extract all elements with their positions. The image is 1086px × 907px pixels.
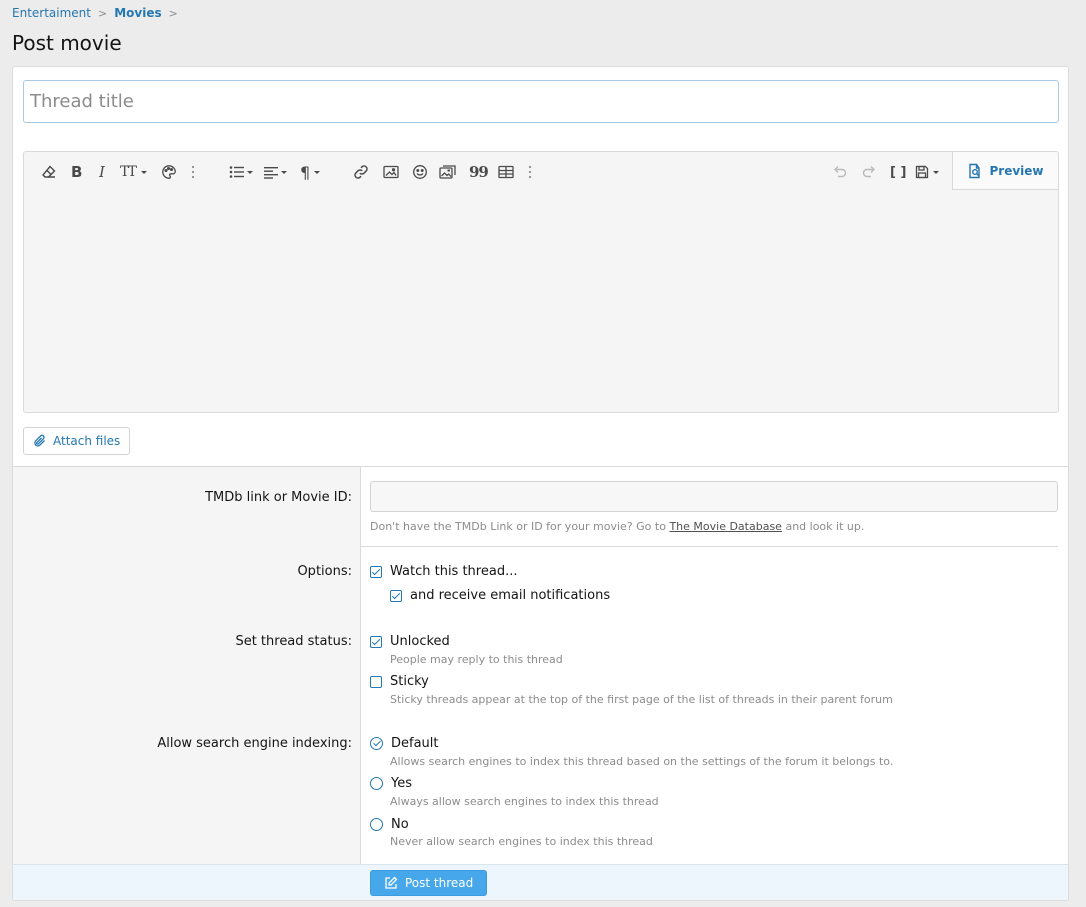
- checkbox-checked-icon: [370, 565, 382, 578]
- radio-unchecked-icon: [370, 777, 383, 790]
- bold-icon[interactable]: B: [71, 162, 82, 182]
- align-icon[interactable]: [264, 162, 287, 182]
- indexing-no-radio[interactable]: No: [370, 817, 409, 832]
- tmdb-hint-text: Don't have the TMDb Link or ID for your …: [370, 520, 666, 533]
- editor-content-area[interactable]: [24, 190, 1058, 412]
- preview-button[interactable]: Preview: [952, 152, 1058, 190]
- bbcode-glyph: [ ]: [890, 164, 907, 180]
- paragraph-glyph: ¶: [300, 162, 311, 182]
- more-vertical-icon[interactable]: [528, 162, 532, 182]
- breadcrumb-separator: >: [168, 6, 178, 20]
- link-icon[interactable]: [353, 162, 369, 182]
- font-size-icon[interactable]: TT: [120, 162, 147, 182]
- smilie-icon[interactable]: [412, 162, 428, 182]
- indexing-default-radio[interactable]: Default: [370, 736, 439, 751]
- breadcrumb: Entertaiment > Movies >: [12, 6, 178, 20]
- indexing-yes-radio[interactable]: Yes: [370, 776, 412, 791]
- indexing-yes-hint: Always allow search engines to index thi…: [390, 795, 659, 808]
- post-thread-button[interactable]: Post thread: [370, 870, 488, 896]
- radio-unchecked-icon: [370, 818, 383, 831]
- indexing-yes-label: Yes: [391, 776, 412, 791]
- attach-files-label: Attach files: [53, 434, 121, 448]
- form-divider: [361, 546, 1058, 547]
- italic-glyph: I: [99, 163, 105, 181]
- bold-glyph: B: [71, 163, 83, 181]
- rich-text-editor: B I TT ¶ 99 [] Preview: [23, 151, 1059, 413]
- tmdb-input[interactable]: [370, 481, 1058, 512]
- unlocked-label: Unlocked: [390, 634, 450, 649]
- redo-icon[interactable]: [861, 162, 877, 182]
- indexing-default-label: Default: [391, 736, 439, 751]
- quote-glyph: 99: [469, 163, 489, 181]
- sticky-label: Sticky: [390, 674, 429, 689]
- italic-icon[interactable]: I: [99, 162, 105, 182]
- search-indexing-label: Allow search engine indexing:: [157, 736, 352, 751]
- breadcrumb-item-movies[interactable]: Movies: [114, 6, 161, 20]
- indexing-default-hint: Allows search engines to index this thre…: [390, 755, 894, 768]
- unlocked-hint: People may reply to this thread: [390, 653, 563, 666]
- table-icon[interactable]: [498, 162, 514, 182]
- options-label: Options:: [297, 564, 352, 579]
- form-footer: Post thread: [13, 864, 1068, 900]
- breadcrumb-separator: >: [97, 6, 108, 20]
- preview-label: Preview: [989, 163, 1044, 178]
- quote-icon[interactable]: 99: [469, 162, 489, 182]
- form-label-column: TMDb link or Movie ID: Options: Set thre…: [13, 467, 361, 864]
- checkbox-checked-icon: [370, 635, 382, 648]
- drafts-icon[interactable]: [915, 162, 939, 182]
- image-icon[interactable]: [383, 162, 399, 182]
- preview-icon: [969, 163, 981, 178]
- more-vertical-icon[interactable]: [191, 162, 195, 182]
- edit-icon: [385, 876, 398, 889]
- color-palette-icon[interactable]: [161, 162, 177, 182]
- radio-checked-icon: [370, 737, 383, 750]
- eraser-icon[interactable]: [41, 162, 57, 182]
- watch-thread-checkbox[interactable]: Watch this thread...: [370, 564, 517, 579]
- undo-icon[interactable]: [832, 162, 848, 182]
- post-form-panel: B I TT ¶: [12, 66, 1069, 901]
- paragraph-icon[interactable]: ¶: [300, 162, 321, 182]
- sticky-hint: Sticky threads appear at the top of the …: [390, 693, 893, 706]
- list-icon[interactable]: [229, 162, 253, 182]
- checkbox-unchecked-icon: [370, 675, 382, 688]
- tmdb-hint: Don't have the TMDb Link or ID for your …: [370, 520, 864, 533]
- paperclip-icon: [34, 434, 45, 447]
- tmdb-label: TMDb link or Movie ID:: [205, 490, 352, 505]
- movie-database-link[interactable]: The Movie Database: [669, 520, 782, 533]
- thread-options-form: TMDb link or Movie ID: Options: Set thre…: [13, 466, 1068, 864]
- page-title: Post movie: [12, 31, 122, 55]
- post-thread-label: Post thread: [405, 876, 474, 890]
- sticky-checkbox[interactable]: Sticky: [370, 674, 429, 689]
- email-notifications-checkbox[interactable]: and receive email notifications: [390, 588, 610, 603]
- bbcode-toggle-icon[interactable]: [ ]: [890, 162, 906, 182]
- indexing-no-label: No: [391, 817, 409, 832]
- thread-title-input[interactable]: [23, 80, 1059, 123]
- watch-thread-label: Watch this thread...: [390, 564, 518, 579]
- media-icon[interactable]: [439, 162, 457, 182]
- checkbox-checked-icon: [390, 589, 402, 602]
- unlocked-checkbox[interactable]: Unlocked: [370, 634, 450, 649]
- thread-status-label: Set thread status:: [235, 634, 352, 649]
- attach-files-button[interactable]: Attach files: [23, 427, 131, 455]
- indexing-no-hint: Never allow search engines to index this…: [390, 835, 653, 848]
- tmdb-hint-suffix: and look it up.: [785, 520, 865, 533]
- font-size-glyph: TT: [120, 164, 137, 180]
- breadcrumb-item-entertainment[interactable]: Entertaiment: [12, 6, 91, 20]
- editor-toolbar: B I TT ¶ 99 [] Preview: [24, 152, 1058, 190]
- email-notifications-label: and receive email notifications: [410, 588, 611, 603]
